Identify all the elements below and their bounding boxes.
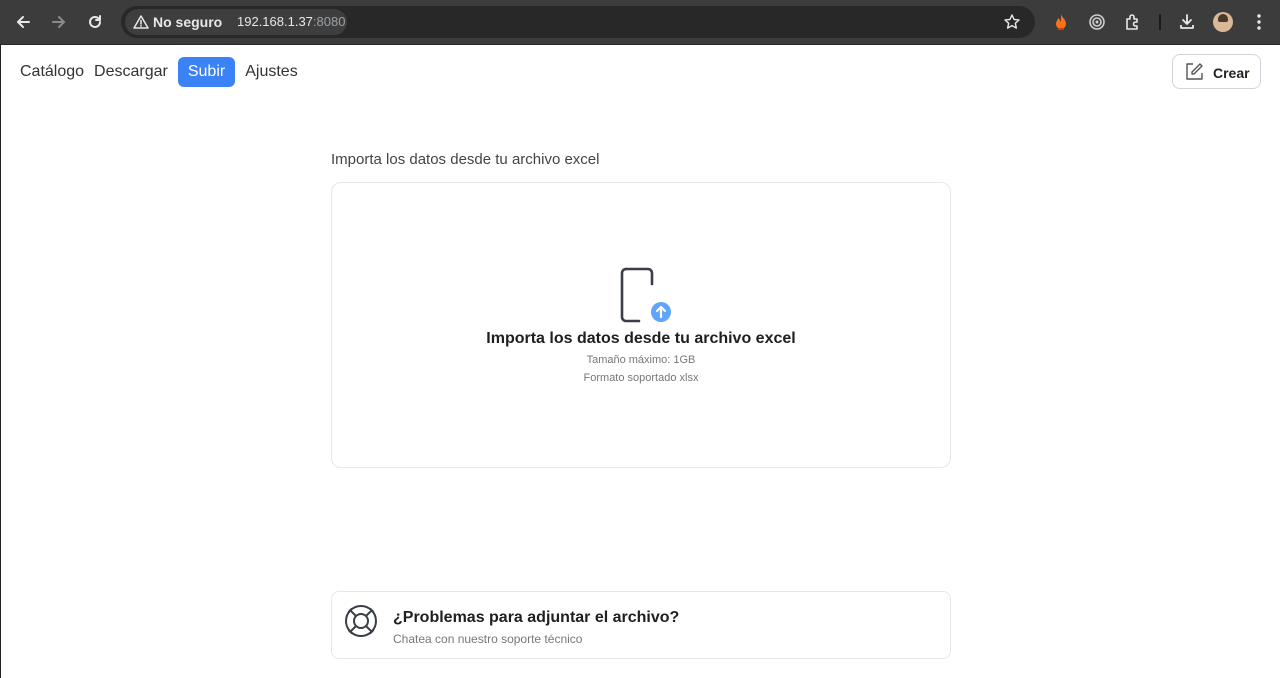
profile-avatar[interactable] [1213,12,1233,32]
file-upload-icon [620,267,674,328]
support-subtitle: Chatea con nuestro soporte técnico [393,632,583,646]
extension-flame-icon[interactable] [1049,10,1073,34]
edit-icon [1184,62,1204,87]
format-text: Formato soportado xlsx [583,372,699,384]
viewport-border-left [0,44,1,678]
max-size-text: Tamaño máximo: 1GB [586,354,696,366]
url-port: :8080 [312,14,346,29]
menu-kebab-icon[interactable] [1247,10,1271,34]
nav-ajustes[interactable]: Ajustes [245,57,297,87]
reload-icon[interactable] [83,10,107,34]
nav-subir[interactable]: Subir [177,57,236,87]
back-icon[interactable] [11,10,35,34]
security-label: No seguro [153,14,223,30]
bookmark-star-icon[interactable] [1003,13,1021,36]
support-title: ¿Problemas para adjuntar el archivo? [393,609,680,626]
file-dropzone[interactable]: Importa los datos desde tu archivo excel… [331,182,951,468]
download-icon[interactable] [1175,10,1199,34]
section-title: Importa los datos desde tu archivo excel [331,151,600,168]
forward-icon[interactable] [47,10,71,34]
browser-toolbar: No seguro 192.168.1.37:8080 [0,0,1280,44]
url-host: 192.168.1.37 [237,14,313,29]
lifebuoy-icon [344,604,378,643]
app-nav: Catálogo Descargar Subir Ajustes [20,57,308,87]
nav-descargar[interactable]: Descargar [94,57,168,87]
extensions-puzzle-icon[interactable] [1121,10,1145,34]
url-text[interactable]: 192.168.1.37:8080 [237,14,345,29]
create-label: Crear [1213,65,1250,81]
create-button[interactable]: Crear [1172,54,1261,89]
viewport-border-top [0,44,1280,45]
support-card[interactable]: ¿Problemas para adjuntar el archivo? Cha… [331,591,951,659]
extension-target-icon[interactable] [1085,10,1109,34]
nav-catalogo[interactable]: Catálogo [20,57,84,87]
warning-icon [133,14,149,35]
dropzone-title: Importa los datos desde tu archivo excel [486,330,796,347]
address-bar[interactable]: No seguro 192.168.1.37:8080 [121,6,1035,38]
toolbar-separator [1159,14,1161,30]
